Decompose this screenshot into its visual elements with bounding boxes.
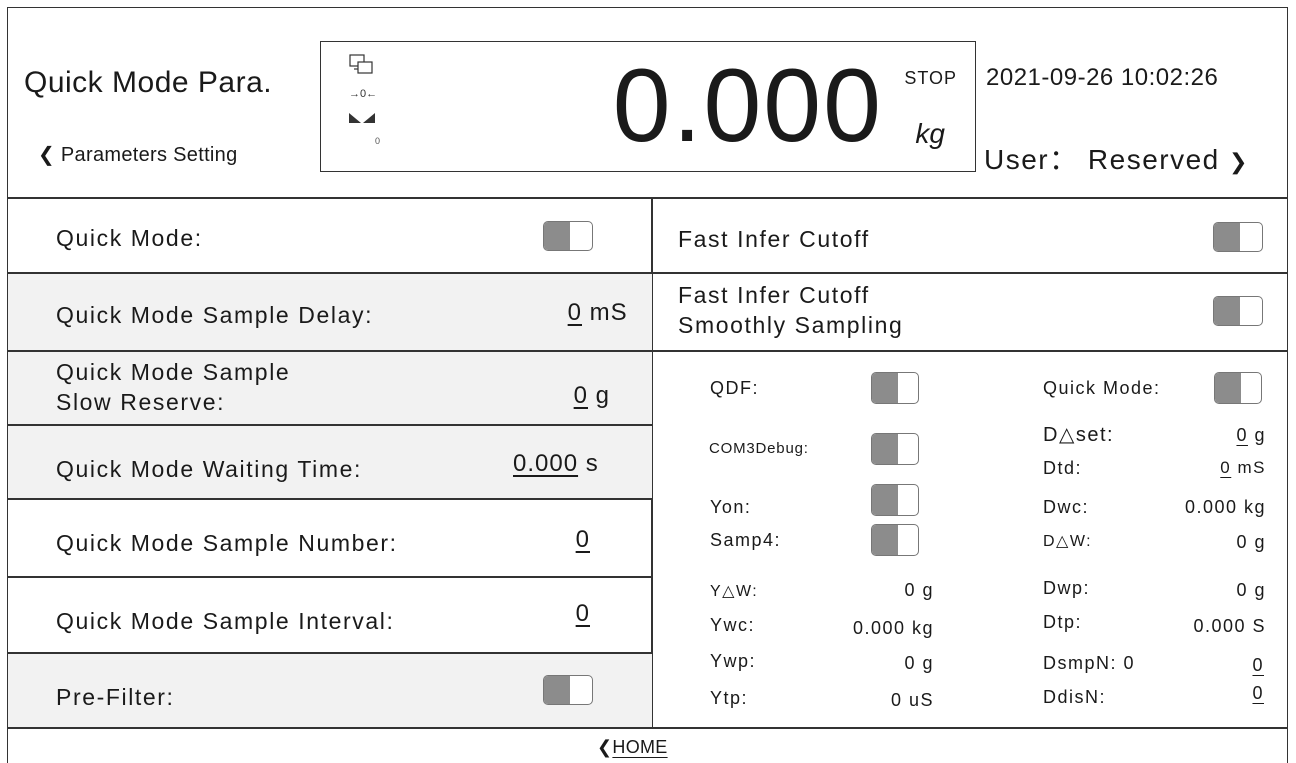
ydw-label: Y△W: — [710, 583, 759, 600]
ytp-label: Ytp: — [710, 688, 749, 708]
row-sample-number: Quick Mode Sample Number: 0 — [8, 500, 652, 576]
user-label: User： Reserved — [984, 144, 1220, 175]
row-divider — [652, 350, 1288, 352]
ddisn-value-text: 0 — [1252, 683, 1264, 703]
display-monitor-icon — [349, 54, 373, 74]
ddisn-value[interactable]: 0 — [1216, 683, 1264, 704]
sample-number-field[interactable]: 0 — [530, 526, 590, 554]
dtd-unit: mS — [1237, 458, 1266, 477]
dset-unit: g — [1254, 425, 1266, 445]
row-divider — [652, 272, 1288, 274]
fast-infer-smooth-toggle[interactable] — [1213, 296, 1263, 326]
pre-filter-label: Pre-Filter: — [56, 684, 175, 710]
slow-reserve-value: 0 — [573, 382, 588, 409]
dtd-value: 0 — [1220, 458, 1232, 477]
row-quick-mode: Quick Mode: — [8, 199, 652, 273]
ytp-value: 0 uS — [890, 690, 934, 710]
slow-reserve-unit: g — [595, 382, 611, 409]
footer-divider — [8, 727, 1288, 729]
user-link[interactable]: User： Reserved ❯ — [984, 138, 1249, 178]
waiting-time-field[interactable]: 0.000 s — [513, 450, 599, 478]
slow-reserve-label-line2: Slow Reserve: — [56, 389, 226, 415]
qdf-toggle[interactable] — [871, 372, 919, 404]
weight-unit: kg — [915, 118, 945, 149]
dtp-label: Dtp: — [1043, 612, 1083, 632]
sample-interval-label: Quick Mode Sample Interval: — [56, 608, 395, 634]
ywc-label: Ywc: — [710, 615, 756, 635]
dwc-label: Dwc: — [1043, 497, 1089, 517]
row-pre-filter: Pre-Filter: — [8, 654, 652, 727]
slow-reserve-field[interactable]: 0 g — [526, 382, 610, 410]
weight-display: →0← 0 0.000 STOP kg — [320, 41, 976, 172]
ywp-label: Ywp: — [710, 651, 757, 671]
dsmpn-value-text: 0 — [1252, 655, 1264, 675]
pre-filter-toggle[interactable] — [543, 675, 593, 705]
quick-mode-label: Quick Mode: — [56, 225, 203, 251]
fast-infer-cutoff-toggle[interactable] — [1213, 222, 1263, 252]
zero-indicator: →0← — [349, 88, 378, 100]
sample-delay-field[interactable]: 0 mS — [526, 299, 628, 327]
sample-interval-field[interactable]: 0 — [530, 600, 590, 628]
com3debug-toggle[interactable] — [871, 433, 919, 465]
com3debug-label: COM3Debug: — [709, 440, 809, 457]
row-waiting-time: Quick Mode Waiting Time: 0.000 s — [8, 426, 652, 498]
weight-value: 0.000 — [612, 48, 883, 164]
sample-number-label: Quick Mode Sample Number: — [56, 530, 398, 556]
ddw-label: D△W: — [1043, 533, 1093, 550]
quick-mode-toggle[interactable] — [543, 221, 593, 251]
sample-delay-value: 0 — [567, 299, 582, 326]
chevron-left-icon: ❮ — [597, 737, 613, 757]
dsmpn-label: DsmpN: 0 — [1043, 653, 1136, 673]
dtp-value: 0.000 S — [1193, 616, 1266, 636]
datetime: 2021-09-26 10:02:26 — [986, 64, 1219, 91]
fast-infer-smooth-label-line1: Fast Infer Cutoff — [678, 282, 870, 308]
yon-toggle[interactable] — [871, 484, 919, 516]
home-label: HOME — [612, 737, 668, 757]
waiting-time-value: 0.000 — [513, 450, 579, 477]
parameters-setting-label: Parameters Setting — [60, 144, 238, 166]
slow-reserve-label-line1: Quick Mode Sample — [56, 359, 291, 385]
dtd-field[interactable]: 0 mS — [1172, 458, 1266, 478]
qdf-label: QDF: — [710, 378, 759, 398]
parameters-setting-link[interactable]: ❮ Parameters Setting — [38, 142, 238, 167]
dsmpn-value[interactable]: 0 — [1216, 655, 1264, 676]
ydw-value: 0 g — [904, 580, 934, 600]
dtd-label: Dtd: — [1043, 458, 1083, 478]
sample-number-value: 0 — [575, 526, 590, 553]
page-title: Quick Mode Para. — [24, 66, 273, 99]
dset-field[interactable]: 0 g — [1190, 425, 1266, 446]
row-sample-interval: Quick Mode Sample Interval: 0 — [8, 578, 652, 652]
samp4-toggle[interactable] — [871, 524, 919, 556]
sample-delay-unit: mS — [589, 299, 628, 326]
ddisn-label: DdisN: — [1043, 687, 1107, 707]
ywc-value: 0.000 kg — [852, 618, 934, 638]
fast-infer-cutoff-label: Fast Infer Cutoff — [678, 226, 870, 252]
yon-label: Yon: — [710, 497, 752, 517]
weight-status: STOP — [904, 68, 957, 88]
dwc-value: 0.000 kg — [1184, 497, 1266, 517]
zero-count: 0 — [375, 136, 381, 146]
row-sample-delay: Quick Mode Sample Delay: 0 mS — [8, 274, 652, 350]
chevron-right-icon: ❯ — [1229, 149, 1249, 174]
ddw-value: 0 g — [1236, 532, 1266, 552]
home-link[interactable]: ❮HOME — [597, 737, 668, 758]
quick-mode-status-toggle[interactable] — [1214, 372, 1262, 404]
chevron-left-icon: ❮ — [38, 144, 56, 166]
stable-indicator-icon — [349, 113, 375, 123]
dwp-value: 0 g — [1236, 580, 1266, 600]
quick-mode-status-label: Quick Mode: — [1043, 378, 1161, 398]
ywp-value: 0 g — [904, 653, 934, 673]
row-slow-reserve: Quick Mode Sample Slow Reserve: 0 g — [8, 352, 652, 424]
dwp-label: Dwp: — [1043, 578, 1091, 598]
sample-delay-label: Quick Mode Sample Delay: — [56, 302, 374, 328]
sample-interval-value: 0 — [575, 600, 590, 627]
waiting-time-label: Quick Mode Waiting Time: — [56, 456, 362, 482]
fast-infer-smooth-label-line2: Smoothly Sampling — [678, 312, 904, 338]
samp4-label: Samp4: — [710, 530, 782, 550]
waiting-time-unit: s — [585, 450, 599, 477]
dset-value: 0 — [1236, 425, 1248, 445]
dset-label: D△set: — [1043, 424, 1115, 446]
